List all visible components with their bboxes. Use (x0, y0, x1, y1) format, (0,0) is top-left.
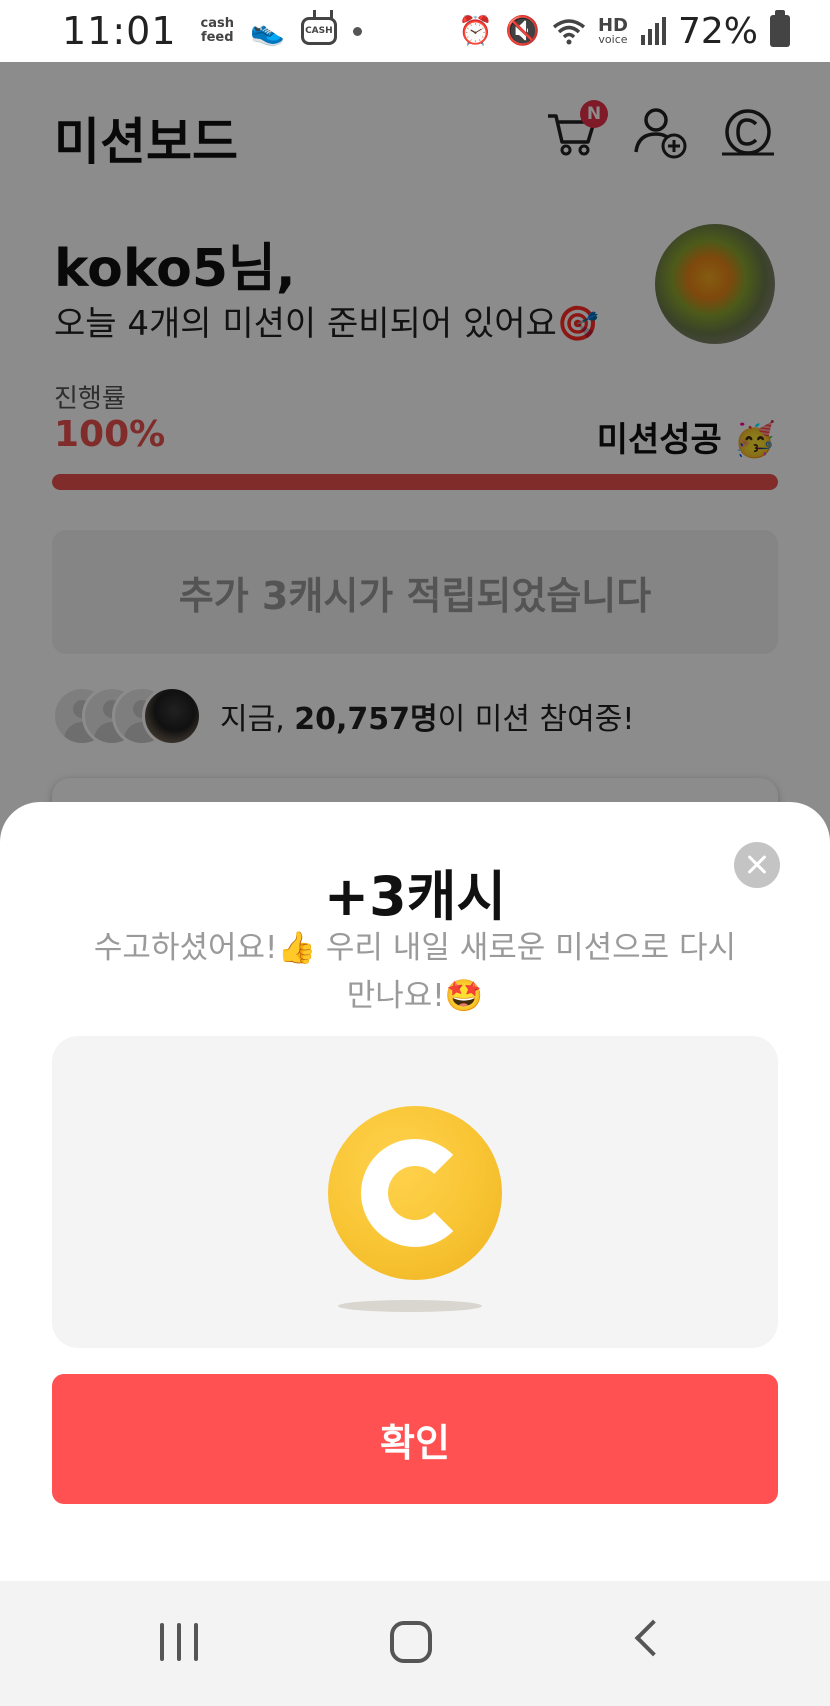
notification-icons: cash feed 👟 CASH (201, 17, 362, 45)
signal-icon (640, 17, 666, 45)
back-button[interactable] (634, 1619, 672, 1657)
alarm-icon: ⏰ (458, 14, 494, 47)
status-time: 11:01 (62, 9, 177, 53)
reward-title: +3캐시 (323, 865, 507, 928)
shoe-icon: 👟 (250, 14, 285, 47)
cashfeed-label-1: cash (200, 16, 234, 31)
status-bar: 11:01 cash feed 👟 CASH ⏰ 🔇 HD voice 72% (0, 0, 830, 62)
battery-percent: 72% (677, 10, 758, 52)
cash-tv-label: CASH (305, 26, 333, 36)
system-nav-bar (0, 1581, 830, 1706)
system-icons: ⏰ 🔇 HD voice 72% (458, 10, 790, 52)
cash-coin-icon (328, 1106, 502, 1280)
hd-voice-icon: HD voice (598, 16, 628, 46)
more-notifications-dot (352, 26, 362, 36)
cashfeed-icon: cash feed (201, 17, 234, 45)
reward-bottom-sheet: +3캐시 수고하셨어요!👍 우리 내일 새로운 미션으로 다시 만나요!🤩 확인 (0, 802, 830, 1581)
coin-shadow (338, 1300, 482, 1312)
coin-illustration-card (52, 1036, 778, 1348)
recent-apps-button[interactable] (160, 1623, 198, 1661)
battery-icon (770, 10, 790, 47)
confirm-button[interactable]: 확인 (52, 1374, 778, 1504)
cashfeed-label-2: feed (200, 30, 234, 45)
home-button[interactable] (390, 1621, 432, 1663)
mute-icon: 🔇 (505, 14, 540, 47)
reward-message: 수고하셨어요!👍 우리 내일 새로운 미션으로 다시 만나요!🤩 (93, 930, 737, 1014)
cash-tv-icon: CASH (300, 17, 337, 45)
voice-label: voice (598, 32, 628, 46)
wifi-icon (552, 19, 586, 45)
